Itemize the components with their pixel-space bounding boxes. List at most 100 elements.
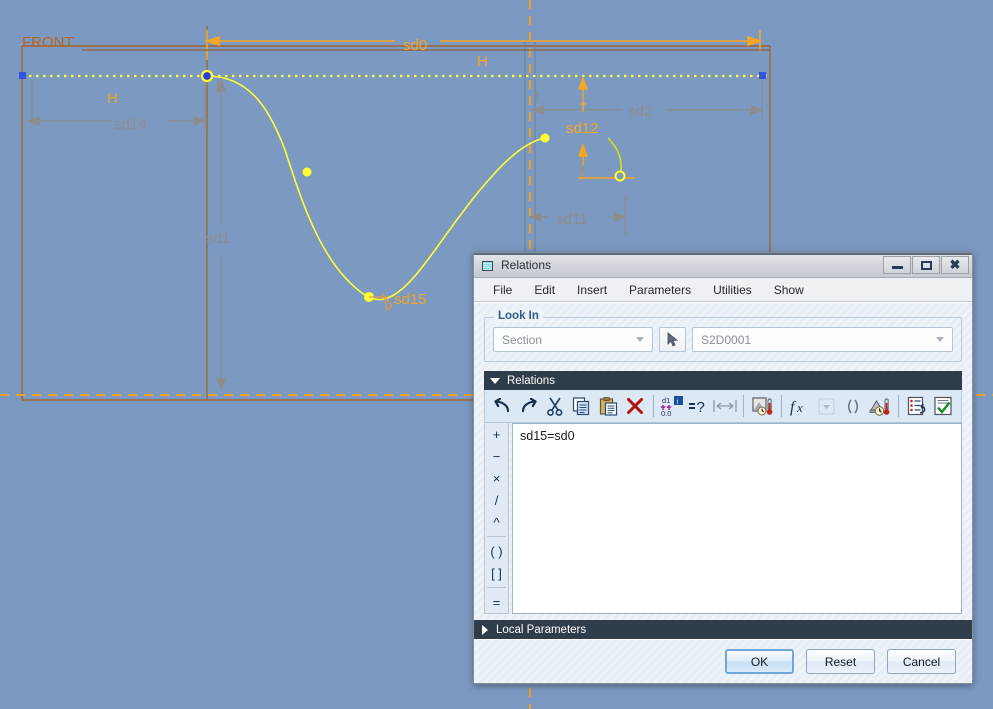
menu-insert[interactable]: Insert — [575, 281, 609, 299]
operator-separator — [487, 536, 506, 537]
local-parameters-header[interactable]: Local Parameters — [474, 620, 972, 639]
arc-geometry — [607, 137, 622, 177]
arc-endpoint — [614, 170, 626, 182]
relations-section-header[interactable]: Relations — [484, 371, 962, 390]
spline-point — [302, 167, 312, 177]
svg-text:f: f — [790, 399, 797, 416]
relations-dialog[interactable]: Relations ✖ File Edit Insert Parameters … — [473, 252, 973, 684]
look-in-type-value: Section — [502, 332, 543, 347]
check-document-icon — [934, 396, 952, 416]
close-button[interactable]: ✖ — [941, 256, 969, 274]
scissors-icon — [547, 397, 563, 416]
insert-dimension-button[interactable]: d1 0.0 i — [659, 393, 686, 420]
toolbar-separator — [780, 395, 782, 417]
dimension-label-sd2[interactable]: sd2 — [628, 103, 652, 120]
svg-text:i: i — [676, 396, 678, 405]
measure-arrows-icon — [713, 400, 737, 412]
dimension-label-sd14[interactable]: sd14 — [114, 116, 147, 133]
undo-button[interactable] — [489, 393, 516, 420]
dimension-label-sd15[interactable]: sd15 — [394, 291, 427, 308]
ok-button[interactable]: OK — [725, 649, 794, 674]
chevron-down-icon — [818, 398, 835, 414]
minimize-button[interactable] — [883, 256, 911, 274]
dialog-menubar[interactable]: File Edit Insert Parameters Utilities Sh… — [474, 278, 972, 302]
dimension-label-sd11[interactable]: sd11 — [556, 211, 587, 228]
fx-icon: f x — [790, 399, 803, 416]
operator-minus[interactable]: − — [485, 445, 508, 467]
relations-text-editor[interactable]: sd15=sd0 — [512, 423, 962, 614]
toolbar-separator — [897, 395, 899, 417]
minimize-icon — [891, 266, 903, 269]
toolbar-separator — [743, 395, 745, 417]
operator-palette[interactable]: + − × / ^ ( ) [ ] = — [484, 423, 509, 614]
menu-file[interactable]: File — [491, 281, 514, 299]
copy-icon — [573, 396, 590, 415]
function-button[interactable]: f x — [787, 393, 814, 420]
chevron-down-icon — [490, 377, 500, 384]
look-in-target-combo[interactable]: S2D0001 — [692, 327, 953, 352]
dialog-title: Relations — [501, 258, 552, 272]
dialog-titlebar[interactable]: Relations ✖ — [474, 253, 972, 278]
chevron-down-icon — [936, 337, 944, 342]
paste-button[interactable] — [595, 393, 622, 420]
units-button[interactable] — [749, 393, 776, 420]
select-object-button[interactable] — [659, 327, 686, 352]
red-x-icon — [626, 398, 643, 414]
list-relations-button[interactable] — [904, 393, 931, 420]
equals-question-icon: ? — [689, 399, 705, 415]
svg-text:0.0: 0.0 — [661, 409, 671, 418]
cancel-button[interactable]: Cancel — [887, 649, 956, 674]
look-in-type-combo[interactable]: Section — [493, 327, 653, 352]
dimension-label-sd1[interactable]: sd1 — [206, 230, 230, 247]
parentheses-icon — [848, 399, 859, 413]
check-relations-button[interactable] — [930, 393, 957, 420]
svg-text:d1: d1 — [662, 396, 670, 405]
redo-icon — [522, 398, 537, 413]
chevron-down-icon — [636, 337, 644, 342]
dimension-label-sd0[interactable]: sd0 — [403, 37, 427, 54]
constraint-label-h-left[interactable]: H — [107, 90, 118, 107]
close-icon: ✖ — [949, 257, 961, 272]
maximize-button[interactable] — [912, 256, 940, 274]
redo-button[interactable] — [516, 393, 543, 420]
undo-icon — [494, 398, 509, 413]
endpoint-marker — [759, 72, 766, 79]
maximize-icon — [920, 260, 932, 270]
operator-parentheses[interactable]: ( ) — [485, 540, 508, 562]
reset-button[interactable]: Reset — [806, 649, 875, 674]
window-controls[interactable]: ✖ — [883, 256, 969, 274]
function-dropdown-button[interactable] — [813, 393, 840, 420]
operator-power[interactable]: ^ — [485, 511, 508, 533]
operator-plus[interactable]: + — [485, 423, 508, 445]
cut-button[interactable] — [542, 393, 569, 420]
sd15-leader — [369, 293, 393, 312]
parentheses-button[interactable] — [840, 393, 867, 420]
menu-show[interactable]: Show — [772, 281, 806, 299]
delete-button[interactable] — [622, 393, 649, 420]
operator-separator — [487, 587, 506, 588]
measure-button[interactable] — [712, 393, 739, 420]
operator-multiply[interactable]: × — [485, 467, 508, 489]
toolbar-separator — [653, 395, 654, 417]
copy-button[interactable] — [569, 393, 596, 420]
spline-point — [540, 133, 550, 143]
dialog-footer: OK Reset Cancel — [474, 639, 972, 683]
local-parameters-label: Local Parameters — [496, 623, 587, 636]
dimension-d1-icon: d1 0.0 i — [660, 395, 683, 418]
operator-divide[interactable]: / — [485, 489, 508, 511]
look-in-row: Section S2D0001 — [493, 327, 953, 352]
relations-toolbar[interactable]: d1 0.0 i ? f x — [484, 390, 962, 423]
verify-relations-button[interactable]: ? — [685, 393, 712, 420]
menu-parameters[interactable]: Parameters — [627, 281, 693, 299]
chevron-right-icon — [482, 624, 488, 635]
menu-edit[interactable]: Edit — [532, 281, 557, 299]
menu-utilities[interactable]: Utilities — [711, 281, 754, 299]
dimension-label-sd12[interactable]: sd12 — [566, 120, 599, 137]
param-clock-icon — [869, 398, 890, 416]
relations-cube-icon — [481, 259, 494, 272]
param-units-button[interactable] — [866, 393, 893, 420]
operator-brackets[interactable]: [ ] — [485, 562, 508, 584]
operator-equals[interactable]: = — [485, 591, 508, 613]
constraint-label-h-right[interactable]: H — [477, 53, 488, 70]
look-in-group: Look In Section S2D0001 — [484, 310, 962, 362]
